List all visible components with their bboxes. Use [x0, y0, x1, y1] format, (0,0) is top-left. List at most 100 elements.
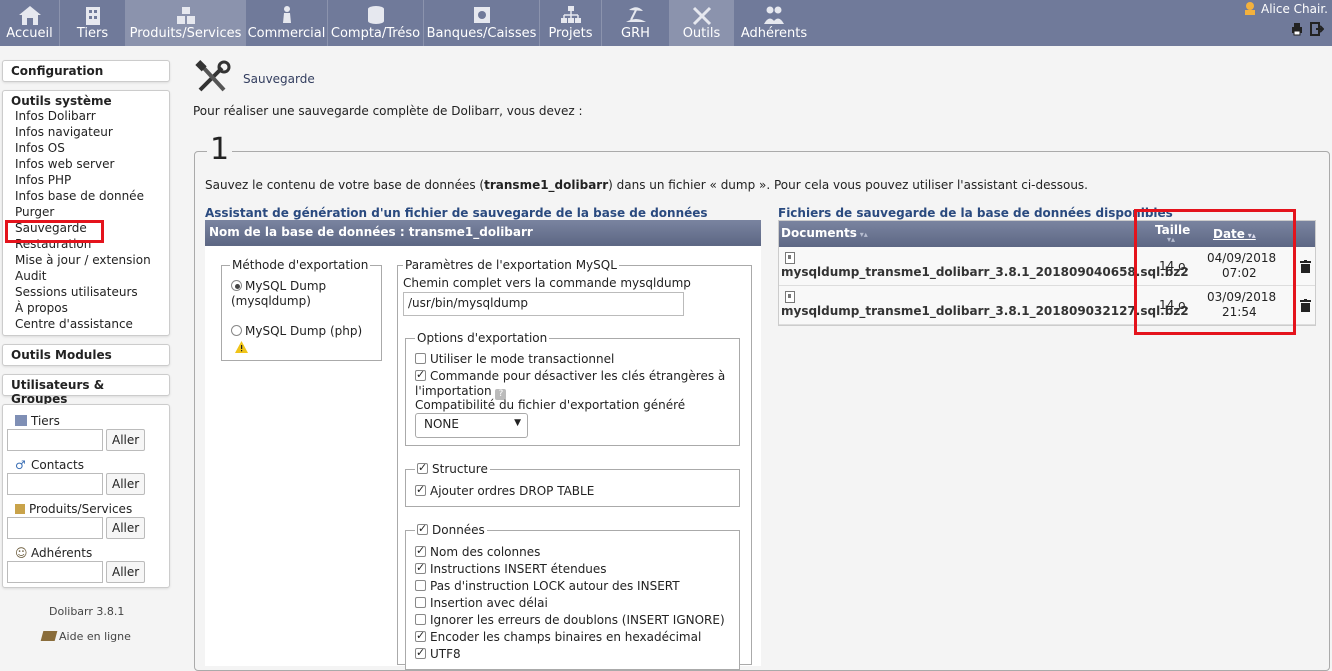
mysqldump-radio-option[interactable]: MySQL Dump	[231, 279, 326, 293]
donnees-option[interactable]: Ignorer les erreurs de doublons (INSERT …	[415, 613, 725, 627]
donnees-option-checkbox[interactable]	[415, 646, 426, 659]
delete-icon[interactable]	[1300, 260, 1311, 273]
members-icon	[764, 6, 784, 24]
step-number: 1	[207, 133, 233, 167]
menu-item-centre-assistance[interactable]: Centre d'assistance	[3, 316, 169, 332]
tab-banques-caisses[interactable]: Banques/Caisses	[424, 0, 540, 46]
donnees-checkbox[interactable]	[417, 522, 428, 535]
tab-accueil[interactable]: Accueil	[0, 0, 60, 46]
menu-item-infos-navigateur[interactable]: Infos navigateur	[3, 124, 169, 140]
donnees-option[interactable]: Pas d'instruction LOCK autour des INSERT	[415, 579, 680, 593]
mysql-params-legend: Paramètres de l'exportation MySQL	[403, 258, 619, 272]
backup-file-link[interactable]: mysqldump_transme1_dolibarr_3.8.1_201809…	[781, 265, 1189, 279]
tab-tiers[interactable]: Tiers	[60, 0, 126, 46]
compat-select[interactable]: NONE ▼	[415, 413, 528, 438]
structure-legend[interactable]: Structure	[415, 461, 490, 476]
donnees-option[interactable]: UTF8	[415, 646, 461, 661]
tab-commercial[interactable]: Commercial	[246, 0, 328, 46]
tools-title-icon	[195, 60, 231, 92]
donnees-option-checkbox[interactable]	[415, 597, 426, 608]
main-content: Sauvegarde Pour réaliser une sauvegarde …	[180, 46, 1332, 671]
donnees-option-checkbox[interactable]	[415, 544, 426, 557]
quick-search-tiers-input[interactable]	[7, 429, 103, 451]
menu-item-sessions[interactable]: Sessions utilisateurs	[3, 284, 169, 300]
quick-search-tiers: Tiers Aller	[7, 413, 146, 451]
menu-item-infos-web-server[interactable]: Infos web server	[3, 156, 169, 172]
donnees-option[interactable]: Insertion avec délai	[415, 596, 548, 610]
tab-compta-treso[interactable]: Compta/Tréso	[328, 0, 424, 46]
menu-item-infos-os[interactable]: Infos OS	[3, 140, 169, 156]
foreign-keys-option[interactable]: Commande pour désactiver les clés étrang…	[415, 368, 725, 383]
col-documents[interactable]: Documents ▾▴	[781, 226, 868, 240]
structure-checkbox[interactable]	[417, 461, 428, 474]
menu-item-purger[interactable]: Purger	[3, 204, 169, 220]
donnees-option-checkbox[interactable]	[415, 580, 426, 591]
quick-search-adherents-button[interactable]: Aller	[106, 561, 146, 583]
menu-utilisateurs-groupes[interactable]: Utilisateurs & Groupes	[2, 374, 170, 406]
mysqldump-php-radio[interactable]	[231, 325, 242, 336]
tab-produits-services[interactable]: Produits/Services	[126, 0, 246, 46]
menu-configuration[interactable]: Configuration	[2, 60, 170, 82]
transactional-option[interactable]: Utiliser le mode transactionnel	[415, 352, 614, 366]
page-title: Sauvegarde	[243, 72, 315, 86]
donnees-option[interactable]: Instructions INSERT étendues	[415, 561, 607, 576]
db-name-bar: Nom de la base de données : transme1_dol…	[205, 220, 761, 246]
quick-search-tiers-button[interactable]: Aller	[106, 429, 146, 451]
donnees-option-checkbox[interactable]	[415, 561, 426, 574]
mysqldump-path-input[interactable]: /usr/bin/mysqldump	[403, 292, 684, 316]
safe-icon	[473, 7, 490, 23]
member-icon: ☺	[15, 546, 28, 560]
donnees-option-checkbox[interactable]	[415, 614, 426, 625]
home-icon	[18, 6, 41, 25]
cubes-icon	[176, 7, 195, 24]
donnees-legend[interactable]: Données	[415, 522, 487, 537]
quick-search-adherents-input[interactable]	[7, 561, 103, 583]
top-icons	[1288, 22, 1328, 38]
beach-icon	[625, 7, 646, 22]
tab-grh[interactable]: GRH	[602, 0, 670, 46]
donnees-option[interactable]: Nom des colonnes	[415, 544, 540, 559]
book-icon	[40, 631, 58, 641]
print-icon[interactable]	[1290, 22, 1304, 36]
quick-search-produits-button[interactable]: Aller	[106, 517, 146, 539]
quick-search-produits-input[interactable]	[7, 517, 103, 539]
mysqldump-radio[interactable]	[231, 280, 242, 291]
drop-table-checkbox[interactable]	[415, 483, 426, 496]
backup-file-link[interactable]: mysqldump_transme1_dolibarr_3.8.1_201809…	[781, 304, 1189, 318]
tab-projets[interactable]: Projets	[540, 0, 602, 46]
transactional-checkbox[interactable]	[415, 353, 426, 364]
donnees-option-checkbox[interactable]	[415, 629, 426, 642]
export-method-legend: Méthode d'exportation	[230, 258, 371, 272]
size-date-highlight	[1134, 209, 1296, 335]
sauvegarde-highlight	[5, 220, 104, 243]
drop-table-option[interactable]: Ajouter ordres DROP TABLE	[415, 483, 594, 498]
contact-icon: ♂	[15, 458, 26, 472]
delete-icon[interactable]	[1300, 299, 1311, 312]
files-title: Fichiers de sauvegarde de la base de don…	[778, 206, 1173, 220]
top-menu-bar: Accueil Tiers Produits/Services Commerci…	[0, 0, 1332, 46]
tab-adherents[interactable]: Adhérents	[734, 0, 814, 46]
intro-text: Pour réaliser une sauvegarde complète de…	[193, 104, 583, 118]
menu-item-mise-a-jour[interactable]: Mise à jour / extension	[3, 252, 169, 268]
mysqldump-php-radio-option[interactable]: MySQL Dump (php)	[231, 324, 362, 338]
menu-item-infos-base-donnee[interactable]: Infos base de donnée	[3, 188, 169, 204]
menu-item-a-propos[interactable]: À propos	[3, 300, 169, 316]
quick-search-contacts-input[interactable]	[7, 473, 103, 495]
sort-icon: ▾▴	[856, 230, 868, 239]
version-label: Dolibarr 3.8.1	[49, 605, 125, 618]
tab-outils[interactable]: Outils	[670, 0, 734, 46]
tools-icon	[692, 6, 711, 26]
step-text: Sauvez le contenu de votre base de donné…	[205, 178, 1088, 192]
foreign-keys-checkbox[interactable]	[415, 368, 426, 381]
menu-item-infos-php[interactable]: Infos PHP	[3, 172, 169, 188]
quick-search-contacts-button[interactable]: Aller	[106, 473, 146, 495]
help-link[interactable]: Aide en ligne	[40, 630, 131, 643]
donnees-option[interactable]: Encoder les champs binaires en hexadécim…	[415, 629, 701, 644]
menu-item-infos-dolibarr[interactable]: Infos Dolibarr	[3, 108, 169, 124]
menu-item-audit[interactable]: Audit	[3, 268, 169, 284]
menu-outils-modules[interactable]: Outils Modules	[2, 344, 170, 366]
logout-icon[interactable]	[1310, 22, 1324, 36]
dropdown-arrow-icon: ▼	[514, 418, 521, 428]
user-info[interactable]: Alice Chair.	[1243, 1, 1328, 16]
menu-title-outils-systeme[interactable]: Outils système	[3, 91, 169, 108]
